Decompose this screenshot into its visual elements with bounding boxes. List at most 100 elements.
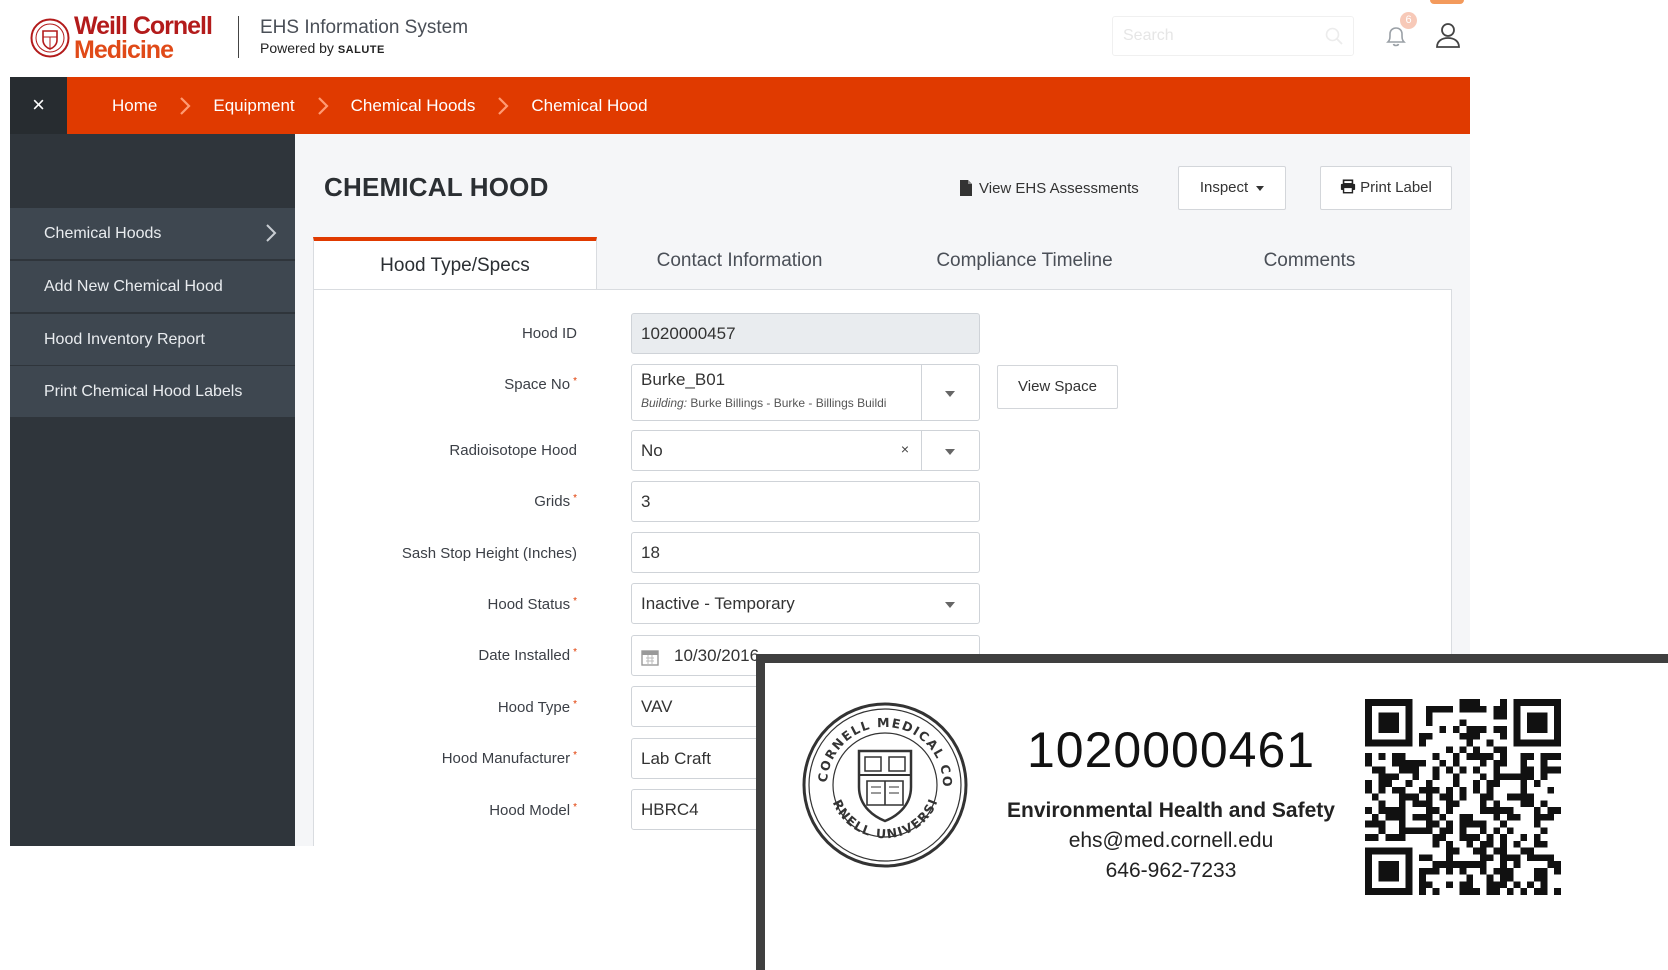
view-ehs-assessments-label: View EHS Assessments bbox=[979, 179, 1139, 197]
hood-label-preview: WEILL CORNELL MEDICAL COLLEGE CORNELL UN… bbox=[756, 654, 1668, 970]
radioisotope-label: Radioisotope Hood bbox=[449, 442, 577, 459]
tab-compliance-timeline[interactable]: Compliance Timeline bbox=[882, 237, 1167, 293]
print-label-text: Print Label bbox=[1360, 179, 1432, 196]
hood-type-label: Hood Type * bbox=[498, 699, 577, 716]
clear-icon[interactable]: × bbox=[901, 441, 909, 457]
grids-label-text: Grids bbox=[534, 493, 571, 510]
select-divider bbox=[921, 431, 922, 470]
app-header: Weill Cornell Medicine EHS Information S… bbox=[10, 0, 1470, 77]
qr-code-icon bbox=[1365, 699, 1561, 895]
hood-status-label-text: Hood Status bbox=[487, 596, 571, 613]
printer-icon bbox=[1341, 179, 1356, 194]
date-installed-label: Date Installed * bbox=[478, 647, 577, 664]
breadcrumb-bar: × Home Equipment Chemical Hoods Chemical… bbox=[10, 77, 1470, 134]
hood-status-label: Hood Status * bbox=[488, 596, 577, 613]
required-marker: * bbox=[573, 596, 577, 607]
required-marker: * bbox=[573, 750, 577, 761]
inspect-dropdown-button[interactable]: Inspect bbox=[1178, 166, 1286, 210]
search-box bbox=[1112, 16, 1354, 56]
sidebar-item-add-new-chemical-hood[interactable]: Add New Chemical Hood bbox=[10, 261, 295, 312]
label-department: Environmental Health and Safety bbox=[1007, 799, 1335, 822]
breadcrumb-equipment[interactable]: Equipment bbox=[213, 96, 294, 116]
sidebar-item-label: Chemical Hoods bbox=[44, 225, 162, 242]
hood-type-label-text: Hood Type bbox=[497, 699, 571, 716]
hood-model-label-text: Hood Model bbox=[489, 802, 571, 819]
sidebar-item-label: Print Chemical Hood Labels bbox=[44, 383, 243, 400]
label-hood-number: 1020000461 bbox=[1027, 722, 1316, 778]
chevron-down-icon[interactable] bbox=[945, 602, 955, 608]
hood-manufacturer-label-text: Hood Manufacturer bbox=[441, 750, 571, 767]
print-label-button[interactable]: Print Label bbox=[1320, 166, 1452, 210]
brand-line1: Weill Cornell bbox=[74, 12, 213, 40]
space-no-label-text: Space No bbox=[504, 376, 571, 393]
hood-model-label: Hood Model * bbox=[489, 802, 577, 819]
close-sidebar-button[interactable]: × bbox=[10, 77, 67, 134]
required-marker: * bbox=[573, 802, 577, 813]
space-building-info: Building: Burke Billings - Burke - Billi… bbox=[641, 396, 979, 410]
view-ehs-assessments-link[interactable]: View EHS Assessments bbox=[959, 179, 1139, 197]
sidebar-item-hood-inventory-report[interactable]: Hood Inventory Report bbox=[10, 314, 295, 365]
system-title: EHS Information System bbox=[260, 17, 469, 38]
user-icon[interactable] bbox=[1434, 21, 1462, 49]
header-divider bbox=[238, 16, 239, 58]
tab-hood-type-specs[interactable]: Hood Type/Specs bbox=[313, 237, 597, 293]
chevron-right-icon bbox=[180, 96, 191, 115]
radioisotope-select[interactable]: No × bbox=[631, 430, 980, 471]
label-phone: 646-962-7233 bbox=[1105, 859, 1237, 882]
sidebar-item-chemical-hoods[interactable]: Chemical Hoods bbox=[10, 208, 295, 259]
breadcrumb: Home Equipment Chemical Hoods Chemical H… bbox=[112, 77, 648, 134]
select-divider bbox=[921, 365, 922, 420]
grids-label: Grids * bbox=[534, 493, 577, 510]
required-marker: * bbox=[573, 493, 577, 504]
powered-by: Powered by SALUTE bbox=[260, 40, 385, 56]
tab-comments[interactable]: Comments bbox=[1167, 237, 1452, 293]
sidebar-item-print-labels[interactable]: Print Chemical Hood Labels bbox=[10, 366, 295, 417]
inspect-label: Inspect bbox=[1199, 179, 1249, 196]
salute-brand: SALUTE bbox=[337, 44, 385, 56]
building-label: Building: bbox=[641, 396, 688, 410]
date-installed-value: 10/30/2016 bbox=[674, 646, 760, 665]
caret-down-icon bbox=[1256, 185, 1265, 191]
space-no-value: Burke_B01 bbox=[641, 370, 726, 389]
building-value: Burke Billings - Burke - Billings Buildi bbox=[690, 396, 887, 410]
required-marker: * bbox=[573, 376, 577, 387]
weill-cornell-seal-icon bbox=[30, 18, 70, 58]
breadcrumb-chemical-hood: Chemical Hood bbox=[531, 95, 648, 115]
sash-stop-height-label: Sash Stop Height (Inches) bbox=[401, 545, 577, 562]
tab-bar: Hood Type/Specs Contact Information Comp… bbox=[313, 237, 1452, 293]
label-email: ehs@med.cornell.edu bbox=[1068, 829, 1274, 852]
sash-stop-height-input[interactable]: 18 bbox=[631, 532, 980, 573]
hood-id-label: Hood ID bbox=[522, 325, 577, 342]
sidebar-item-label: Hood Inventory Report bbox=[44, 331, 205, 348]
cornell-medical-college-seal-icon: WEILL CORNELL MEDICAL COLLEGE CORNELL UN… bbox=[801, 701, 968, 868]
space-no-label: Space No * bbox=[504, 376, 577, 393]
search-input[interactable] bbox=[1113, 17, 1313, 55]
hood-id-field: 1020000457 bbox=[631, 313, 980, 354]
page-title: CHEMICAL HOOD bbox=[324, 172, 549, 202]
tab-contact-information[interactable]: Contact Information bbox=[597, 237, 882, 293]
hood-status-select[interactable]: Inactive - Temporary bbox=[631, 583, 980, 624]
required-marker: * bbox=[573, 699, 577, 710]
hood-manufacturer-label: Hood Manufacturer * bbox=[442, 750, 577, 767]
view-space-button[interactable]: View Space bbox=[997, 365, 1118, 409]
calendar-icon[interactable] bbox=[641, 648, 659, 666]
sidebar: Chemical Hoods Add New Chemical Hood Hoo… bbox=[10, 134, 295, 846]
hood-status-value: Inactive - Temporary bbox=[641, 594, 795, 613]
powered-by-text: Powered by bbox=[260, 40, 334, 56]
required-marker: * bbox=[573, 647, 577, 658]
radioisotope-value: No bbox=[641, 441, 663, 460]
chevron-down-icon[interactable] bbox=[945, 449, 955, 455]
chevron-right-icon bbox=[498, 96, 509, 115]
brand-line2: Medicine bbox=[74, 36, 174, 64]
notification-badge: 6 bbox=[1400, 12, 1417, 29]
breadcrumb-home[interactable]: Home bbox=[112, 96, 157, 116]
breadcrumb-chemical-hoods[interactable]: Chemical Hoods bbox=[351, 96, 476, 116]
corner-accent bbox=[1430, 0, 1464, 4]
chevron-down-icon[interactable] bbox=[945, 391, 955, 397]
brand-logo[interactable]: Weill Cornell Medicine bbox=[74, 12, 213, 64]
space-no-select[interactable]: Burke_B01 Building: Burke Billings - Bur… bbox=[631, 364, 980, 421]
search-icon[interactable] bbox=[1325, 27, 1343, 45]
date-installed-label-text: Date Installed bbox=[478, 647, 571, 664]
hood-id-label-text: Hood ID bbox=[521, 325, 577, 342]
grids-input[interactable]: 3 bbox=[631, 481, 980, 522]
